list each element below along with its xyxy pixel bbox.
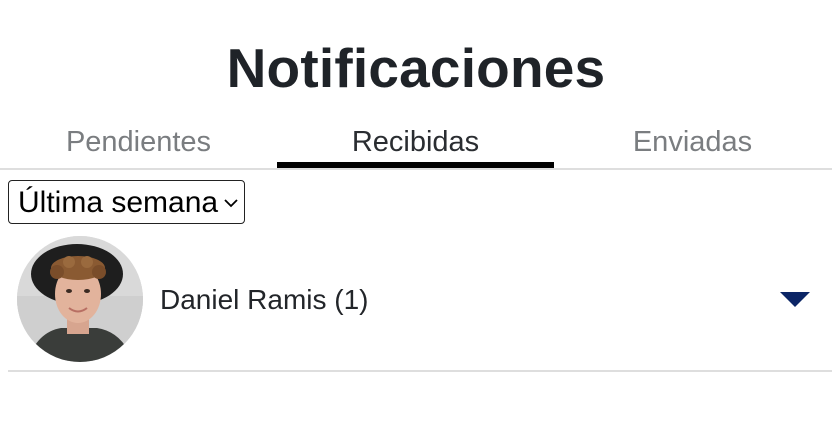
period-filter-value: Última semana: [18, 186, 219, 219]
tab-enviadas[interactable]: Enviadas: [554, 118, 831, 168]
caret-down-icon[interactable]: [780, 292, 810, 308]
tab-bar: Pendientes Recibidas Enviadas: [0, 118, 832, 170]
notification-sender: Daniel Ramis (1): [160, 284, 369, 315]
tab-recibidas[interactable]: Recibidas: [277, 118, 554, 168]
avatar: [17, 236, 143, 362]
tab-pendientes[interactable]: Pendientes: [0, 118, 277, 168]
notification-row[interactable]: Daniel Ramis (1): [8, 232, 832, 372]
notifications-page: Notificaciones Pendientes Recibidas Envi…: [0, 0, 832, 430]
period-filter-select[interactable]: Última semana: [8, 180, 246, 224]
chevron-down-icon: [224, 199, 238, 208]
active-tab-indicator: [277, 162, 554, 168]
page-title: Notificaciones: [226, 37, 606, 99]
